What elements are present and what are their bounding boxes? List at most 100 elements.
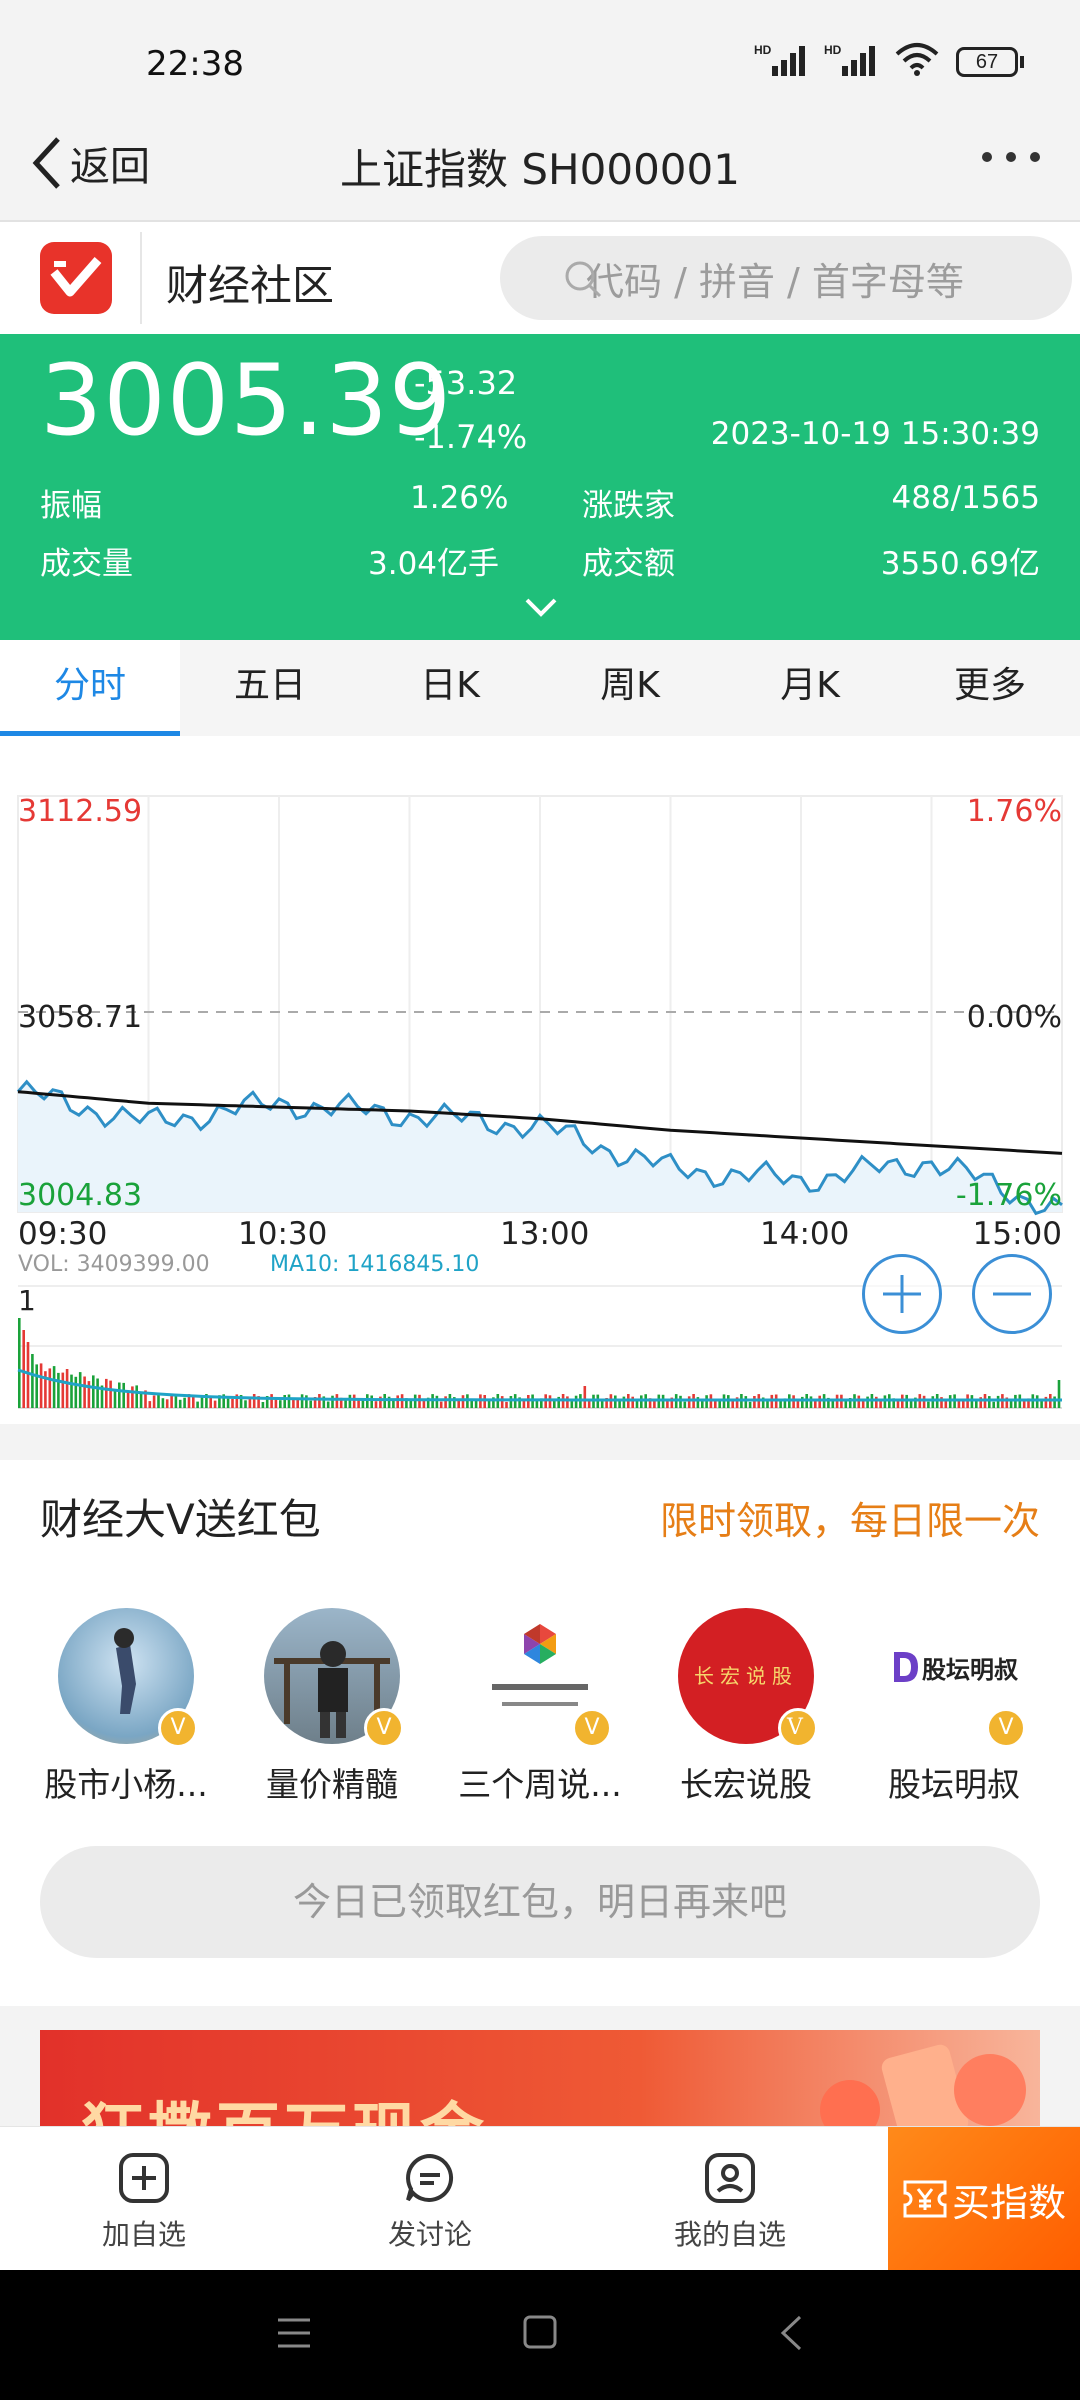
volume-bar [52, 1366, 56, 1408]
system-back-button[interactable] [778, 2314, 804, 2356]
volume-bar [814, 1401, 817, 1408]
my-watchlist-button[interactable]: 我的自选 [630, 2151, 830, 2253]
post-discussion-label: 发讨论 [387, 2218, 472, 2251]
volume-label: 成交量 [40, 546, 133, 582]
influencer-item[interactable]: V 三个周说... [440, 1608, 640, 1806]
influencer-name: 股市小杨... [44, 1765, 208, 1804]
volume-bar [922, 1395, 926, 1408]
verified-badge-icon: V [778, 1708, 818, 1748]
buy-index-button[interactable]: 买指数 [888, 2127, 1080, 2271]
tab-intraday[interactable]: 分时 [0, 640, 180, 736]
updown-label: 涨跌家 [582, 488, 675, 524]
volume-bar [152, 1395, 156, 1408]
promo-banner[interactable]: 狂撒百万现金 [40, 2030, 1040, 2130]
tab-weekly-k[interactable]: 周K [540, 640, 720, 736]
post-discussion-button[interactable]: 发讨论 [330, 2151, 530, 2253]
verified-badge-icon: V [158, 1708, 198, 1748]
influencer-item[interactable]: 股坛明叔 V 股坛明叔 [854, 1608, 1054, 1806]
volume-bar [457, 1400, 460, 1408]
status-time: 22:38 [146, 44, 244, 84]
volume-bar [640, 1395, 643, 1408]
intraday-chart[interactable]: 3112.59 1.76% 3058.71 0.00% 3004.83 -1.7… [0, 736, 1080, 1424]
verified-badge-icon: V [572, 1708, 612, 1748]
influencer-item[interactable]: V 量价精髓 [232, 1608, 432, 1806]
section-note: 限时领取，每日限一次 [659, 1499, 1040, 1543]
volume-bar [748, 1401, 752, 1408]
top-nav-bar: 上证指数 SH000001 返回 [0, 110, 1080, 222]
avatar: 长宏说股 V [678, 1608, 818, 1748]
amplitude-label: 振幅 [40, 488, 102, 524]
volume-bar [396, 1395, 399, 1408]
claim-red-packet-button[interactable]: 今日已领取红包，明日再来吧 [40, 1846, 1040, 1958]
volume-bar [161, 1398, 165, 1408]
volume-bar [231, 1398, 234, 1408]
volume-value: 3.04亿手 [368, 546, 500, 582]
volume-bar [261, 1402, 265, 1408]
volume-bar [22, 1330, 25, 1408]
updown-value: 488/1565 [891, 480, 1040, 516]
search-icon [565, 261, 602, 298]
volume-bar [509, 1396, 513, 1408]
home-square-icon [523, 2315, 557, 2349]
price-change: -53.32 [414, 364, 518, 402]
volume-bar [553, 1400, 556, 1408]
volume-bar [165, 1399, 169, 1408]
volume-bar [570, 1401, 574, 1408]
volume-bar [1053, 1396, 1056, 1408]
avatar: V [472, 1608, 612, 1748]
tab-five-day[interactable]: 五日 [180, 640, 360, 736]
volume-bar [948, 1395, 952, 1408]
y-mid-label: 3058.71 [18, 1000, 143, 1035]
volume-bar [335, 1394, 339, 1408]
volume-bar [857, 1395, 861, 1408]
influencer-item[interactable]: 长宏说股 V 长宏说股 [646, 1608, 846, 1806]
volume-bar [48, 1368, 52, 1408]
volume-bar [305, 1395, 308, 1408]
tab-monthly-k[interactable]: 月K [720, 640, 900, 736]
volume-bar [109, 1380, 112, 1408]
signal-label: HD [754, 43, 772, 57]
recent-apps-button[interactable] [276, 2316, 312, 2354]
expand-chevron-icon[interactable] [524, 596, 558, 622]
volume-bar [875, 1396, 878, 1408]
volume-bar [131, 1386, 134, 1408]
community-bar: 财经社区 代码 / 拼音 / 首字母等 [0, 222, 1080, 334]
community-name[interactable]: 财经社区 [166, 252, 334, 313]
time-label: 10:30 [238, 1216, 328, 1252]
volume-bar [392, 1401, 395, 1408]
volume-bar [209, 1397, 212, 1408]
time-label: 15:00 [972, 1216, 1062, 1252]
volume-bar [57, 1372, 60, 1408]
tab-more[interactable]: 更多 [900, 640, 1080, 736]
volume-bar [318, 1394, 321, 1408]
search-input[interactable]: 代码 / 拼音 / 首字母等 [500, 236, 1072, 320]
pct-min-label: -1.76% [955, 1178, 1062, 1213]
influencer-item[interactable]: V 股市小杨... [26, 1608, 226, 1806]
battery-level: 67 [956, 47, 1018, 77]
minus-icon [993, 1292, 1031, 1296]
time-label: 09:30 [18, 1216, 108, 1252]
volume-bar [548, 1395, 552, 1408]
volume-bar [309, 1400, 312, 1408]
zoom-out-button[interactable] [972, 1254, 1052, 1334]
volume-bar [122, 1382, 125, 1408]
volume-bar [527, 1395, 530, 1408]
home-button[interactable] [522, 2314, 558, 2354]
chevron-left-icon [780, 2315, 802, 2351]
more-menu-button[interactable] [982, 152, 1040, 162]
volume-bar [183, 1397, 186, 1408]
volume-bar [574, 1395, 578, 1408]
section-heading: 财经大V送红包 [40, 1495, 321, 1544]
volume-bar [78, 1372, 82, 1408]
volume-bar [500, 1396, 504, 1408]
volume-bar [31, 1354, 34, 1408]
time-label: 13:00 [500, 1216, 590, 1252]
volume-bar [487, 1400, 491, 1408]
add-watchlist-button[interactable]: 加自选 [44, 2151, 244, 2253]
back-button[interactable]: 返回 [30, 134, 150, 192]
zoom-in-button[interactable] [862, 1254, 942, 1334]
influencer-name: 股坛明叔 [888, 1765, 1020, 1804]
app-logo-icon[interactable] [40, 242, 112, 314]
tab-daily-k[interactable]: 日K [360, 640, 540, 736]
time-label: 14:00 [760, 1216, 850, 1252]
